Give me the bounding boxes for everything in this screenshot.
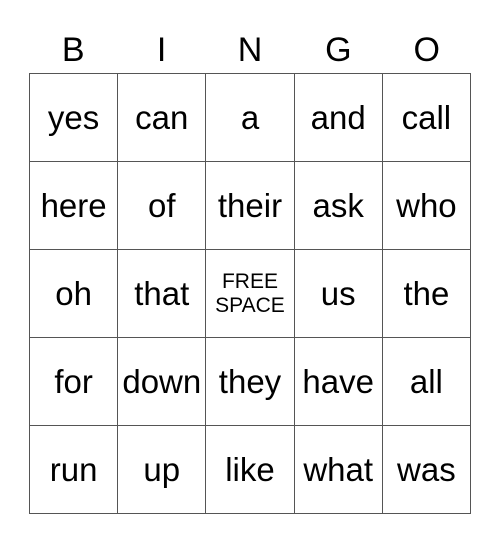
- bingo-cell: what: [294, 426, 383, 514]
- bingo-cell: can: [118, 74, 207, 162]
- free-space-cell: FREE SPACE: [206, 250, 295, 338]
- bingo-cell: yes: [30, 74, 119, 162]
- header-letter-b: B: [61, 31, 85, 69]
- bingo-cell: ask: [294, 162, 383, 250]
- bingo-cell: call: [382, 74, 471, 162]
- bingo-cell: of: [118, 162, 207, 250]
- header-letter-i: I: [156, 31, 167, 69]
- header-letter-n: N: [237, 31, 263, 69]
- bingo-header: B I N G O: [29, 28, 471, 72]
- bingo-cell: oh: [30, 250, 119, 338]
- bingo-cell: like: [206, 426, 295, 514]
- bingo-cell: us: [294, 250, 383, 338]
- bingo-cell: was: [382, 426, 471, 514]
- bingo-cell: here: [30, 162, 119, 250]
- header-letter-g: G: [325, 31, 352, 69]
- bingo-grid: yes can a and call here of their ask who…: [29, 73, 471, 514]
- bingo-cell: they: [206, 338, 295, 426]
- bingo-cell: down: [118, 338, 207, 426]
- bingo-cell: for: [30, 338, 119, 426]
- bingo-cell: up: [118, 426, 207, 514]
- bingo-cell: their: [206, 162, 295, 250]
- bingo-cell: who: [382, 162, 471, 250]
- bingo-cell: have: [294, 338, 383, 426]
- bingo-cell: run: [30, 426, 119, 514]
- bingo-cell: the: [382, 250, 471, 338]
- bingo-cell: and: [294, 74, 383, 162]
- bingo-cell: a: [206, 74, 295, 162]
- bingo-cell: that: [118, 250, 207, 338]
- header-letter-o: O: [413, 31, 440, 69]
- bingo-cell: all: [382, 338, 471, 426]
